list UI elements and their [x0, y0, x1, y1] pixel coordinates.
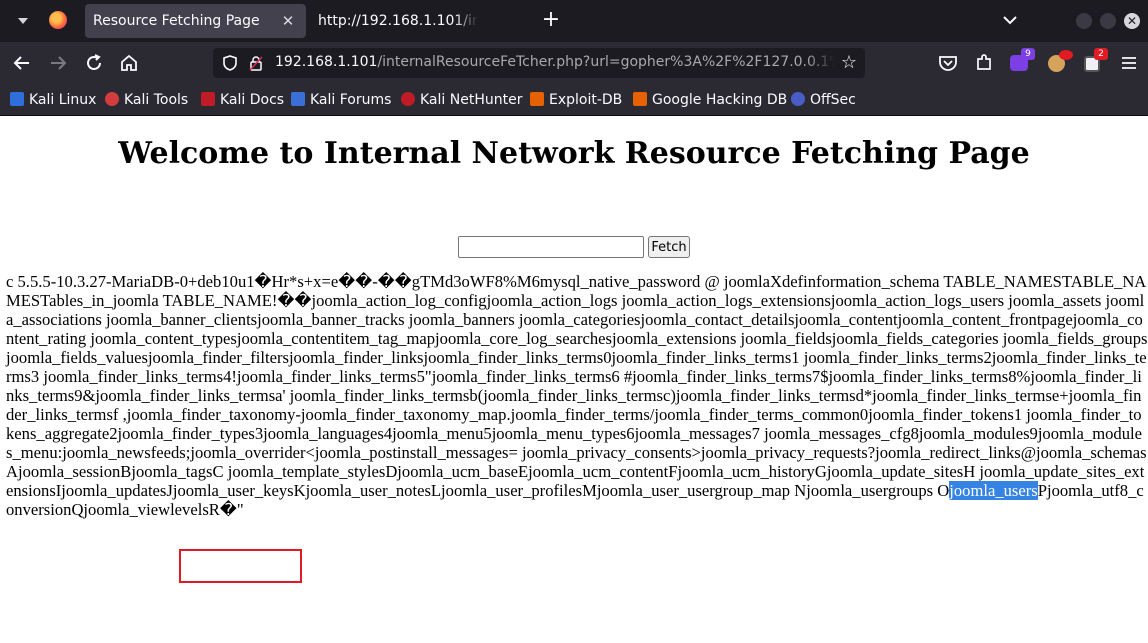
- navigation-bar: 192.168.1.101/internalResourceFeTcher.ph…: [0, 42, 1148, 84]
- pocket-icon: [939, 56, 957, 71]
- minimize-window-button[interactable]: [1076, 13, 1092, 29]
- app-menu-button[interactable]: [1116, 50, 1142, 76]
- highlight-annotation-box: [179, 549, 302, 583]
- selected-text-joomla-users[interactable]: joomla_users: [949, 481, 1038, 500]
- maximize-window-button[interactable]: [1100, 13, 1116, 29]
- bookmark-kali-nethunter[interactable]: Kali NetHunter: [401, 90, 522, 110]
- bookmark-label: Kali NetHunter: [420, 92, 523, 108]
- url-bar[interactable]: 192.168.1.101/internalResourceFeTcher.ph…: [213, 48, 865, 78]
- url-text[interactable]: 192.168.1.101/internalResourceFeTcher.ph…: [275, 54, 835, 70]
- forward-button[interactable]: [46, 51, 70, 75]
- chevron-down-icon: [1003, 16, 1017, 25]
- google-hacking-db-icon: [633, 92, 647, 106]
- pocket-button[interactable]: [935, 50, 961, 76]
- url-input[interactable]: [458, 236, 644, 258]
- bookmark-google-hacking-db[interactable]: Google Hacking DB: [633, 90, 787, 110]
- bookmark-label: Exploit-DB: [549, 92, 623, 108]
- firefox-view-button[interactable]: [0, 6, 38, 36]
- offsec-icon: [791, 92, 805, 106]
- page-content: Welcome to Internal Network Resource Fet…: [0, 116, 1148, 643]
- insecure-lock-icon[interactable]: [249, 55, 263, 71]
- bookmark-label: OffSec: [810, 92, 856, 108]
- tab-internal-fetcher[interactable]: http://192.168.1.101/internalResourceFeT…: [306, 4, 531, 38]
- page-title: Welcome to Internal Network Resource Fet…: [118, 136, 1030, 171]
- hamburger-menu-icon: [1122, 57, 1136, 69]
- bookmark-label: Kali Linux: [29, 92, 97, 108]
- tab-bar: Resource Fetching Page ✕ http://192.168.…: [0, 0, 1148, 42]
- tracking-protection-shield-icon[interactable]: [223, 55, 237, 71]
- bookmark-label: Kali Docs: [220, 92, 285, 108]
- bookmark-kali-forums[interactable]: Kali Forums: [291, 90, 391, 110]
- close-icon[interactable]: ✕: [280, 13, 296, 29]
- close-window-button[interactable]: ✕: [1124, 13, 1140, 29]
- fetch-button[interactable]: Fetch: [648, 236, 690, 258]
- arrow-right-icon: [51, 56, 67, 70]
- bookmark-kali-linux[interactable]: Kali Linux: [10, 90, 96, 110]
- bookmark-star-icon[interactable]: ☆: [841, 53, 857, 73]
- bookmark-kali-docs[interactable]: Kali Docs: [201, 90, 284, 110]
- bookmark-label: Google Hacking DB: [652, 92, 788, 108]
- firefox-logo-icon: [49, 11, 67, 29]
- exploit-db-icon: [530, 92, 544, 106]
- home-button[interactable]: [117, 51, 141, 75]
- output-text: c 5.5.5-10.3.27-MariaDB-0+deb10u1�Hr*s+x…: [6, 272, 1148, 500]
- kali-nethunter-icon: [401, 92, 415, 106]
- url-host: 192.168.1.101: [275, 54, 378, 70]
- home-icon: [121, 54, 137, 71]
- extension-badge: 2: [1094, 48, 1108, 60]
- extension-badge: 9: [1021, 48, 1035, 60]
- tab-title: http://192.168.1.101/internalResourceFeT…: [318, 13, 478, 29]
- back-button[interactable]: [10, 51, 34, 75]
- bookmark-kali-tools[interactable]: Kali Tools: [105, 90, 188, 110]
- bookmark-offsec[interactable]: OffSec: [791, 90, 856, 110]
- tab-resource-fetching[interactable]: Resource Fetching Page ✕: [85, 4, 306, 38]
- kali-docs-icon: [201, 92, 215, 106]
- puzzle-piece-icon: [977, 54, 991, 70]
- bookmark-exploit-db[interactable]: Exploit-DB: [530, 90, 622, 110]
- bookmark-label: Kali Forums: [310, 92, 392, 108]
- arrow-left-icon: [13, 56, 29, 70]
- extensions-button[interactable]: [971, 50, 997, 76]
- kali-forums-icon: [291, 92, 305, 106]
- kali-tools-icon: [105, 92, 119, 106]
- extension-cookie-button[interactable]: [1045, 50, 1073, 76]
- list-all-tabs-button[interactable]: [1000, 10, 1020, 30]
- bookmark-label: Kali Tools: [124, 92, 189, 108]
- reload-button[interactable]: [82, 51, 106, 75]
- extension-purple-button[interactable]: 9: [1007, 48, 1035, 76]
- bookmarks-toolbar: Kali Linux Kali Tools Kali Docs Kali For…: [0, 84, 1148, 116]
- chevron-down-icon: [18, 18, 28, 24]
- status-dot: [1059, 50, 1073, 60]
- url-path: /internalResourceFeTcher.php?url=gopher%…: [377, 54, 835, 70]
- extension-red-button[interactable]: 2: [1080, 48, 1108, 76]
- new-tab-button[interactable]: +: [540, 9, 562, 32]
- kali-dragon-icon: [10, 92, 24, 106]
- tab-title: Resource Fetching Page: [93, 13, 260, 29]
- reload-icon: [87, 54, 101, 70]
- fetch-output: c 5.5.5-10.3.27-MariaDB-0+deb10u1�Hr*s+x…: [6, 272, 1148, 519]
